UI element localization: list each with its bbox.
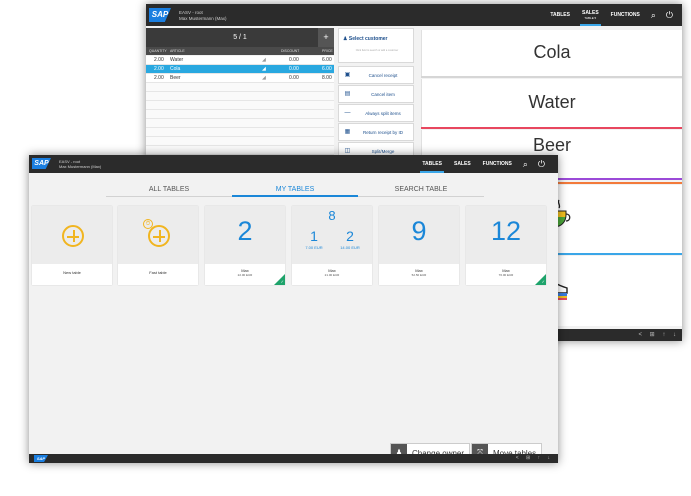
cancel-receipt-icon: ▣ — [344, 72, 351, 78]
empty-row — [146, 101, 334, 110]
table-number: 9 — [411, 216, 427, 246]
table-tile[interactable]: 2 Max 22.00 EUR ✓ — [205, 206, 285, 285]
empty-row — [146, 137, 334, 146]
power-icon[interactable]: ⏻ — [661, 10, 678, 21]
add-circle-icon — [148, 225, 170, 247]
table-number: 8 — [328, 208, 336, 223]
nav-sales[interactable]: SALES TABLE 5 — [576, 4, 605, 26]
power-icon[interactable]: ⏻ — [533, 159, 550, 170]
top-bar: SAP EASV - root Max Mustermann (Max) TAB… — [29, 155, 558, 173]
receipt-columns: QUANTITY ARTICLE DISCOUNT PRICE — [146, 47, 334, 55]
empty-row — [146, 128, 334, 137]
receipt-title: 5 / 1 — [233, 34, 247, 41]
tag-icon: ◢ — [262, 57, 266, 63]
tab-all-tables[interactable]: ALL TABLES — [106, 183, 232, 196]
table-tile[interactable]: 12 Max 76.00 EUR ✓ — [466, 206, 546, 285]
empty-row — [146, 92, 334, 101]
tables-window: SAP EASV - root Max Mustermann (Max) TAB… — [29, 155, 558, 463]
split-merge-icon: ◫ — [344, 148, 351, 154]
receipt-header: 5 / 1 + — [146, 28, 334, 47]
subtable-amount: 14.00 EUR — [340, 245, 360, 250]
footer-toolbar[interactable]: < ⊞ ↑ ↓ — [546, 329, 682, 341]
user-label: Max Mustermann (Max) — [59, 164, 102, 169]
tile-label: Fast table — [149, 270, 167, 275]
product-button-water[interactable]: Water — [421, 79, 682, 127]
empty-row — [146, 146, 334, 155]
table-amount: 21.00 EUR — [324, 273, 340, 277]
main-nav: TABLES SALES TABLE 5 FUNCTIONS ⌕ ⏻ — [544, 4, 678, 26]
subtable-amount: 7.00 EUR — [305, 245, 323, 250]
user-info: EASV - root Max Mustermann (Max) — [179, 10, 227, 22]
cancel-item-icon: ▤ — [344, 91, 351, 97]
tag-icon: ◢ — [262, 66, 266, 72]
sap-logo: SAP — [32, 158, 51, 169]
return-receipt-icon: ▦ — [344, 129, 351, 135]
tab-my-tables[interactable]: MY TABLES — [232, 183, 358, 197]
select-customer-button[interactable]: ♟ Select customer Click field to search … — [338, 28, 414, 63]
empty-row — [146, 119, 334, 128]
tile-label: New table — [63, 270, 81, 275]
tab-search-table[interactable]: SEARCH TABLE — [358, 183, 484, 196]
table-number: 2 — [237, 216, 253, 246]
empty-row — [146, 83, 334, 92]
new-table-tile[interactable]: New table — [32, 206, 112, 285]
return-receipt-button[interactable]: ▦ Return receipt by ID — [338, 123, 414, 141]
product-divider — [421, 127, 682, 129]
split-icon: — — [344, 110, 351, 116]
user-info: EASV - root Max Mustermann (Max) — [59, 159, 101, 169]
table-number: 12 — [490, 216, 522, 246]
select-customer-label: Select customer — [348, 36, 388, 42]
person-icon: ♟ — [343, 36, 348, 42]
cancel-item-button[interactable]: ▤ Cancel item — [338, 85, 414, 103]
fast-table-tile[interactable]: ⏱ Fast table — [118, 206, 198, 285]
check-icon: ✓ — [541, 279, 545, 284]
nav-tables[interactable]: TABLES — [544, 4, 576, 26]
cancel-receipt-button[interactable]: ▣ Cancel receipt — [338, 66, 414, 84]
col-discount: DISCOUNT — [281, 49, 300, 53]
always-split-button[interactable]: — Always split items — [338, 104, 414, 122]
nav-functions[interactable]: FUNCTIONS — [477, 155, 518, 173]
product-button-cola[interactable]: Cola — [421, 30, 682, 76]
check-icon: ✓ — [280, 279, 284, 284]
table-tabs: ALL TABLES MY TABLES SEARCH TABLE — [106, 183, 484, 197]
sap-logo: SAP — [34, 455, 48, 462]
col-article: ARTICLE — [170, 49, 185, 53]
receipt-item-selected[interactable]: 2.00 Cola ◢ 0.00 6.00 — [146, 65, 334, 74]
table-amount: 76.00 EUR — [498, 273, 514, 277]
table-amount: 22.00 EUR — [237, 273, 253, 277]
search-icon[interactable]: ⌕ — [646, 10, 661, 21]
add-circle-icon — [62, 225, 84, 247]
nav-sales-sub: TABLE 5 — [584, 16, 597, 20]
timer-icon: ⏱ — [143, 219, 153, 229]
product-divider — [421, 76, 682, 78]
select-customer-hint: Click field to search or add a customer — [355, 49, 399, 52]
receipt-item[interactable]: 2.00 Beer ◢ 0.00 8.00 — [146, 74, 334, 83]
col-quantity: QUANTITY — [149, 49, 167, 53]
table-amount: 52.50 EUR — [411, 273, 427, 277]
tag-icon: ◢ — [262, 75, 266, 81]
nav-functions[interactable]: FUNCTIONS — [605, 4, 646, 26]
sap-logo: SAP — [149, 8, 171, 22]
search-icon[interactable]: ⌕ — [518, 159, 533, 170]
receipt-item[interactable]: 2.00 Water ◢ 0.00 6.00 — [146, 56, 334, 65]
top-bar: SAP EASV - root Max Mustermann (Max) TAB… — [146, 4, 682, 26]
nav-sales[interactable]: SALES — [448, 155, 477, 173]
table-tile[interactable]: 9 Max 52.50 EUR — [379, 206, 459, 285]
add-receipt-button[interactable]: + — [318, 28, 334, 47]
footer-nav-icons[interactable]: < ⊞ ↑ ↓ — [516, 454, 550, 463]
subtable-number: 2 — [346, 228, 354, 244]
nav-tables[interactable]: TABLES — [416, 155, 448, 173]
col-price: PRICE — [322, 49, 333, 53]
table-tile[interactable]: 8 1 7.00 EUR 2 14.00 EUR Max 21.00 EUR — [292, 206, 372, 285]
main-nav: TABLES SALES FUNCTIONS ⌕ ⏻ — [416, 155, 550, 173]
empty-row — [146, 110, 334, 119]
subtable-number: 1 — [310, 228, 318, 244]
user-label: Max Mustermann (Max) — [179, 16, 227, 21]
footer-toolbar: SAP < ⊞ ↑ ↓ — [29, 454, 558, 463]
